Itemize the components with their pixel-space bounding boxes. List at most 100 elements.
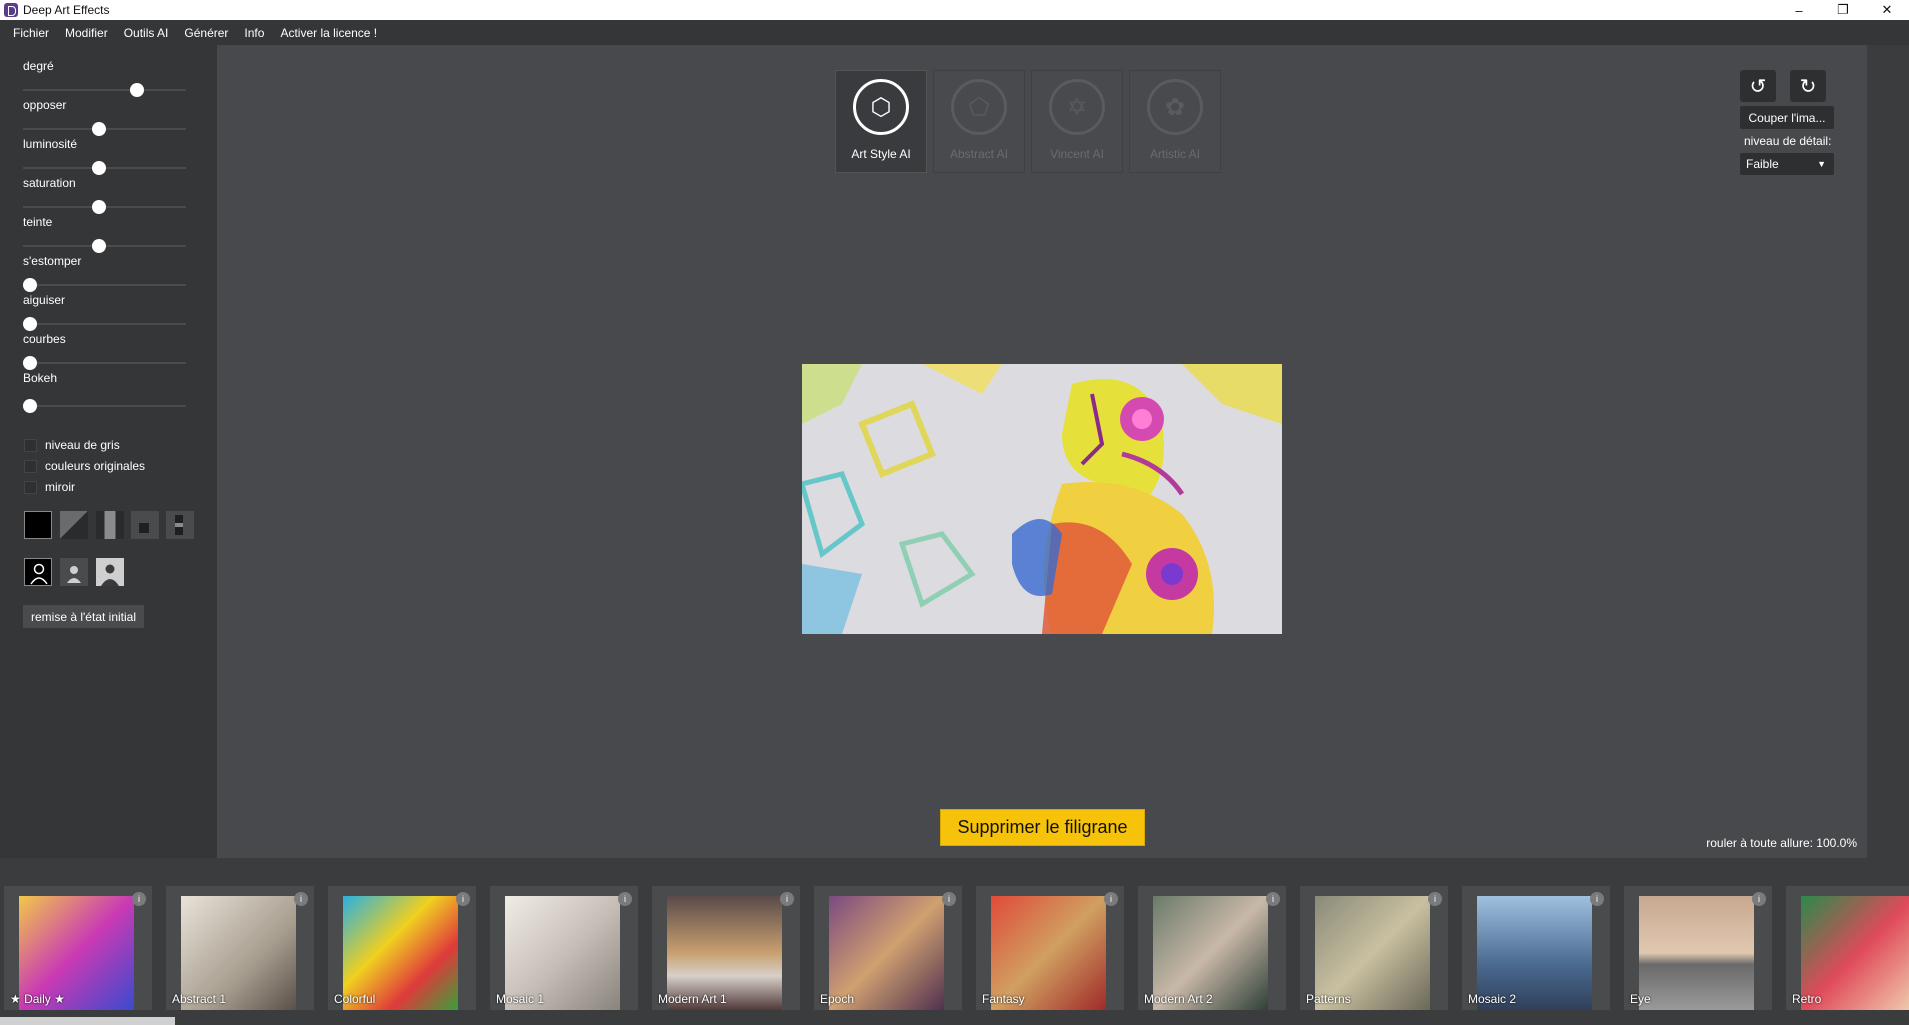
art-style-ai-button[interactable]: ⬡ Art Style AI	[835, 70, 927, 173]
info-icon[interactable]: i	[456, 892, 470, 906]
slider-estomper: s'estomper	[23, 254, 186, 292]
slider-thumb[interactable]	[92, 161, 106, 175]
style-name: Modern Art 1	[658, 992, 727, 1006]
style-card[interactable]: Modern Art 2 i	[1138, 886, 1286, 1010]
style-name: Epoch	[820, 992, 855, 1006]
info-icon[interactable]: i	[1266, 892, 1280, 906]
remove-watermark-button[interactable]: Supprimer le filigrane	[940, 809, 1145, 846]
menu-info[interactable]: Info	[236, 26, 272, 40]
style-card[interactable]: Colorful i	[328, 886, 476, 1010]
checkbox-original-colors[interactable]: couleurs originales	[24, 459, 145, 473]
slider-track[interactable]	[23, 356, 186, 370]
slider-track[interactable]	[23, 239, 186, 253]
checkbox-mirror[interactable]: miroir	[24, 480, 75, 494]
style-name: Mosaic 2	[1468, 992, 1517, 1006]
detail-level-label: niveau de détail:	[1744, 134, 1832, 148]
style-card[interactable]: Abstract 1 i	[166, 886, 314, 1010]
info-icon[interactable]: i	[1590, 892, 1604, 906]
slider-track[interactable]	[23, 278, 186, 292]
abstract-ai-button[interactable]: ⬠ Abstract AI	[933, 70, 1025, 173]
slider-track[interactable]	[23, 161, 186, 175]
slider-track[interactable]	[23, 200, 186, 214]
reset-button[interactable]: remise à l'état initial	[23, 605, 144, 628]
portrait-background-icon[interactable]	[96, 558, 124, 586]
slider-luminosite: luminosité	[23, 137, 186, 175]
window-controls: – ❐ ✕	[1777, 0, 1909, 20]
info-icon[interactable]: i	[1104, 892, 1118, 906]
minimize-icon[interactable]: –	[1777, 0, 1821, 20]
style-card[interactable]: Patterns i	[1300, 886, 1448, 1010]
info-icon[interactable]: i	[1752, 892, 1766, 906]
slider-track[interactable]	[23, 122, 186, 136]
style-card[interactable]: Retro	[1786, 886, 1909, 1010]
close-icon[interactable]: ✕	[1865, 0, 1909, 20]
info-icon[interactable]: i	[618, 892, 632, 906]
menu-outils-ai[interactable]: Outils AI	[116, 26, 177, 40]
style-card[interactable]: ★ Daily ★ i	[4, 886, 152, 1010]
style-name: Colorful	[334, 992, 376, 1006]
slider-label: Bokeh	[23, 371, 58, 385]
frame-center-strip-icon[interactable]	[96, 511, 124, 539]
frame-split-icon[interactable]	[166, 511, 194, 539]
abstract-ai-icon: ⬠	[951, 79, 1007, 135]
mirror-checkbox[interactable]	[24, 480, 37, 494]
slider-label: degré	[23, 59, 54, 73]
menu-generer[interactable]: Générer	[176, 26, 236, 40]
original-colors-label: couleurs originales	[45, 459, 146, 473]
undo-icon[interactable]: ↺	[1740, 70, 1776, 102]
slider-thumb[interactable]	[23, 278, 37, 292]
info-icon[interactable]: i	[294, 892, 308, 906]
style-card[interactable]: Epoch i	[814, 886, 962, 1010]
slider-thumb[interactable]	[23, 399, 37, 413]
info-icon[interactable]: i	[780, 892, 794, 906]
slider-thumb[interactable]	[130, 83, 144, 97]
horizontal-scrollbar[interactable]	[0, 1017, 175, 1025]
frame-full-icon[interactable]	[24, 511, 52, 539]
restore-icon[interactable]: ❐	[1821, 0, 1865, 20]
vincent-ai-button[interactable]: ✡ Vincent AI	[1031, 70, 1123, 173]
style-card[interactable]: Mosaic 1 i	[490, 886, 638, 1010]
style-card[interactable]: Fantasy i	[976, 886, 1124, 1010]
grayscale-checkbox[interactable]	[24, 438, 37, 452]
menu-fichier[interactable]: Fichier	[5, 26, 57, 40]
info-icon[interactable]: i	[1428, 892, 1442, 906]
slider-aiguiser: aiguiser	[23, 293, 186, 331]
slider-thumb[interactable]	[92, 122, 106, 136]
slider-opposer: opposer	[23, 98, 186, 136]
info-icon[interactable]: i	[942, 892, 956, 906]
frame-diagonal-icon[interactable]	[60, 511, 88, 539]
style-name: Fantasy	[982, 992, 1025, 1006]
style-card[interactable]: Eye i	[1624, 886, 1772, 1010]
detail-level-select[interactable]: Faible ▼	[1740, 153, 1834, 175]
original-colors-checkbox[interactable]	[24, 459, 37, 473]
frame-corner-icon[interactable]	[131, 511, 159, 539]
style-name: Patterns	[1306, 992, 1351, 1006]
slider-thumb[interactable]	[23, 356, 37, 370]
slider-track[interactable]	[23, 317, 186, 331]
vincent-ai-icon: ✡	[1049, 79, 1105, 135]
slider-thumb[interactable]	[92, 200, 106, 214]
portrait-foreground-icon[interactable]	[60, 558, 88, 586]
canvas-area: ⬡ Art Style AI ⬠ Abstract AI ✡ Vincent A…	[217, 45, 1867, 858]
slider-label: aiguiser	[23, 293, 66, 307]
menu-modifier[interactable]: Modifier	[57, 26, 116, 40]
info-icon[interactable]: i	[132, 892, 146, 906]
style-thumbnail	[1639, 896, 1754, 1010]
slider-track[interactable]	[23, 83, 186, 97]
redo-icon[interactable]: ↻	[1790, 70, 1826, 102]
portrait-mask-icon[interactable]	[24, 558, 52, 586]
slider-thumb[interactable]	[23, 317, 37, 331]
checkbox-grayscale[interactable]: niveau de gris	[24, 438, 120, 452]
style-name: Modern Art 2	[1144, 992, 1213, 1006]
artistic-ai-icon: ✿	[1147, 79, 1203, 135]
slider-thumb[interactable]	[92, 239, 106, 253]
grayscale-label: niveau de gris	[45, 438, 120, 452]
preview-image	[802, 364, 1282, 634]
style-card[interactable]: Mosaic 2 i	[1462, 886, 1610, 1010]
artistic-ai-button[interactable]: ✿ Artistic AI	[1129, 70, 1221, 173]
menu-activer-licence[interactable]: Activer la licence !	[272, 26, 385, 40]
style-name: Retro	[1792, 992, 1822, 1006]
slider-track[interactable]	[23, 399, 186, 413]
style-card[interactable]: Modern Art 1 i	[652, 886, 800, 1010]
crop-image-button[interactable]: Couper l'ima...	[1740, 106, 1834, 129]
